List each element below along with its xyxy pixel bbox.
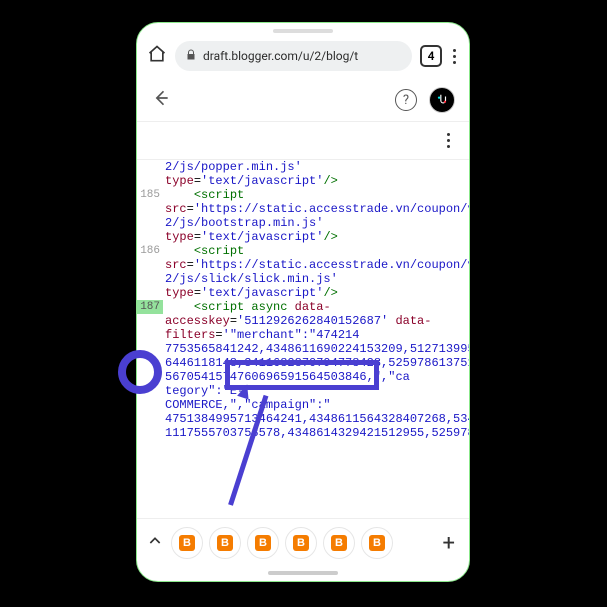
app-header: ? <box>137 79 469 122</box>
tab-thumbnail[interactable]: B <box>171 527 203 559</box>
overflow-menu-icon[interactable] <box>450 46 459 67</box>
tab-thumbnail[interactable]: B <box>247 527 279 559</box>
new-tab-plus-icon[interactable]: + <box>439 531 459 556</box>
url-text: draft.blogger.com/u/2/blog/t <box>203 49 358 63</box>
device-frame: draft.blogger.com/u/2/blog/t 4 ? 2/js/po… <box>136 22 470 582</box>
code-previous-fragment: 2/js/popper.min.js'type='text/javascript… <box>165 160 441 188</box>
address-bar[interactable]: draft.blogger.com/u/2/blog/t <box>175 41 412 71</box>
tab-count-value: 4 <box>428 49 435 63</box>
line-number-gutter: 185186187 <box>137 160 165 518</box>
bottom-tab-strip: BBBBBB + <box>137 518 469 567</box>
gesture-handle <box>268 571 338 575</box>
tab-thumbnail[interactable]: B <box>209 527 241 559</box>
code-editor[interactable]: 2/js/popper.min.js'type='text/javascript… <box>137 160 469 518</box>
lock-icon <box>185 49 197 64</box>
help-icon[interactable]: ? <box>395 89 417 111</box>
expand-caret-icon[interactable] <box>147 533 163 553</box>
back-arrow-icon[interactable] <box>151 88 171 112</box>
tab-thumbnail[interactable]: B <box>361 527 393 559</box>
speaker-notch <box>273 29 333 33</box>
browser-toolbar: draft.blogger.com/u/2/blog/t 4 <box>137 37 469 79</box>
tab-thumbnail[interactable]: B <box>285 527 317 559</box>
tab-count-button[interactable]: 4 <box>420 45 442 67</box>
code-content[interactable]: <scriptsrc='https://static.accesstrade.v… <box>165 160 469 518</box>
home-icon[interactable] <box>147 44 167 68</box>
profile-avatar[interactable] <box>429 87 455 113</box>
editor-overflow-icon[interactable] <box>444 130 453 151</box>
editor-sub-header <box>137 122 469 160</box>
tab-thumbnail[interactable]: B <box>323 527 355 559</box>
open-tabs-row: BBBBBB <box>171 527 431 559</box>
